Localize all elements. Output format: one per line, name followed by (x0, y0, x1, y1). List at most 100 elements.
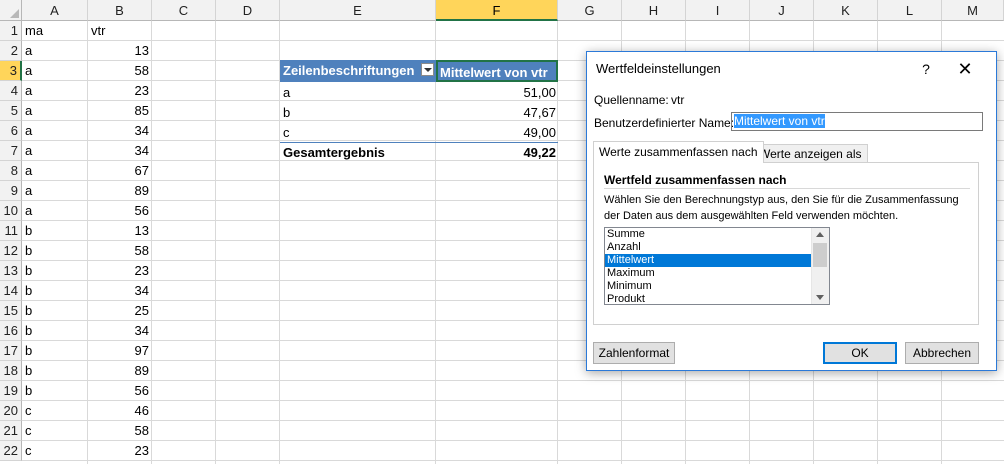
column-header-i[interactable]: I (686, 0, 750, 21)
cell-b16[interactable]: 34 (88, 321, 149, 341)
pivot-row-label[interactable]: c (283, 123, 290, 143)
cell-b2[interactable]: 13 (88, 41, 149, 61)
cell-b6[interactable]: 34 (88, 121, 149, 141)
scroll-up-icon[interactable] (816, 232, 824, 237)
row-header-9[interactable]: 9 (0, 181, 22, 201)
column-header-g[interactable]: G (558, 0, 622, 21)
cell-a4[interactable]: a (25, 81, 85, 101)
pivot-row-labels-header[interactable]: Zeilenbeschriftungen (280, 60, 436, 82)
column-header-e[interactable]: E (280, 0, 436, 21)
cell-a16[interactable]: b (25, 321, 85, 341)
cell-a10[interactable]: a (25, 201, 85, 221)
cell-b21[interactable]: 58 (88, 421, 149, 441)
cell-a11[interactable]: b (25, 221, 85, 241)
option-produkt[interactable]: Produkt (605, 293, 812, 304)
scroll-down-icon[interactable] (816, 295, 824, 300)
option-summe[interactable]: Summe (605, 228, 812, 241)
row-header-16[interactable]: 16 (0, 321, 22, 341)
pivot-value-header[interactable]: Mittelwert von vtr (436, 60, 558, 82)
column-header-c[interactable]: C (152, 0, 216, 21)
pivot-total-label[interactable]: Gesamtergebnis (283, 143, 385, 163)
cell-a8[interactable]: a (25, 161, 85, 181)
listbox-scrollbar[interactable] (811, 228, 829, 304)
row-header-5[interactable]: 5 (0, 101, 22, 121)
calculation-type-listbox[interactable]: Summe Anzahl Mittelwert Maximum Minimum Produ… (604, 227, 830, 305)
option-maximum[interactable]: Maximum (605, 267, 812, 280)
scroll-thumb[interactable] (813, 243, 827, 267)
cell-a13[interactable]: b (25, 261, 85, 281)
cell-a17[interactable]: b (25, 341, 85, 361)
select-all-corner[interactable] (0, 0, 22, 21)
cell-b1[interactable]: vtr (91, 21, 151, 41)
cell-b8[interactable]: 67 (88, 161, 149, 181)
cell-b15[interactable]: 25 (88, 301, 149, 321)
row-header-14[interactable]: 14 (0, 281, 22, 301)
row-header-13[interactable]: 13 (0, 261, 22, 281)
cell-a18[interactable]: b (25, 361, 85, 381)
pivot-row-label[interactable]: a (283, 83, 290, 103)
cell-b4[interactable]: 23 (88, 81, 149, 101)
help-icon[interactable]: ? (916, 59, 936, 79)
row-header-4[interactable]: 4 (0, 81, 22, 101)
row-header-8[interactable]: 8 (0, 161, 22, 181)
cell-b10[interactable]: 56 (88, 201, 149, 221)
cell-a15[interactable]: b (25, 301, 85, 321)
filter-dropdown-icon[interactable] (421, 63, 434, 76)
row-header-3[interactable]: 3 (0, 61, 22, 81)
column-header-h[interactable]: H (622, 0, 686, 21)
option-minimum[interactable]: Minimum (605, 280, 812, 293)
cell-a2[interactable]: a (25, 41, 85, 61)
cell-a1[interactable]: ma (25, 21, 85, 41)
tab-show-values-as[interactable]: Werte anzeigen als (753, 144, 868, 163)
close-icon[interactable]: ✕ (953, 58, 977, 80)
pivot-row-value[interactable]: 51,00 (436, 83, 556, 103)
option-anzahl[interactable]: Anzahl (605, 241, 812, 254)
cell-b9[interactable]: 89 (88, 181, 149, 201)
column-header-j[interactable]: J (750, 0, 814, 21)
custom-name-input[interactable]: Mittelwert von vtr (731, 112, 983, 131)
ok-button[interactable]: OK (823, 342, 897, 364)
row-header-19[interactable]: 19 (0, 381, 22, 401)
cell-b18[interactable]: 89 (88, 361, 149, 381)
pivot-row-label[interactable]: b (283, 103, 290, 123)
cell-a9[interactable]: a (25, 181, 85, 201)
cell-b19[interactable]: 56 (88, 381, 149, 401)
row-header-21[interactable]: 21 (0, 421, 22, 441)
row-header-15[interactable]: 15 (0, 301, 22, 321)
cell-a3[interactable]: a (25, 61, 85, 81)
column-header-k[interactable]: K (814, 0, 878, 21)
cell-a12[interactable]: b (25, 241, 85, 261)
column-header-m[interactable]: M (942, 0, 1004, 21)
cell-b17[interactable]: 97 (88, 341, 149, 361)
row-header-12[interactable]: 12 (0, 241, 22, 261)
pivot-row-value[interactable]: 47,67 (436, 103, 556, 123)
cell-b11[interactable]: 13 (88, 221, 149, 241)
column-header-a[interactable]: A (22, 0, 88, 21)
column-header-d[interactable]: D (216, 0, 280, 21)
cell-b3[interactable]: 58 (88, 61, 149, 81)
row-header-17[interactable]: 17 (0, 341, 22, 361)
cell-b22[interactable]: 23 (88, 441, 149, 461)
cell-a19[interactable]: b (25, 381, 85, 401)
row-header-22[interactable]: 22 (0, 441, 22, 461)
column-header-b[interactable]: B (88, 0, 152, 21)
row-header-2[interactable]: 2 (0, 41, 22, 61)
option-mittelwert[interactable]: Mittelwert (605, 254, 812, 267)
column-header-l[interactable]: L (878, 0, 942, 21)
cancel-button[interactable]: Abbrechen (905, 342, 979, 364)
tab-summarize-values-by[interactable]: Werte zusammenfassen nach (593, 141, 764, 163)
row-header-18[interactable]: 18 (0, 361, 22, 381)
cell-a5[interactable]: a (25, 101, 85, 121)
cell-a7[interactable]: a (25, 141, 85, 161)
row-header-6[interactable]: 6 (0, 121, 22, 141)
cell-a22[interactable]: c (25, 441, 85, 461)
cell-b20[interactable]: 46 (88, 401, 149, 421)
cell-a6[interactable]: a (25, 121, 85, 141)
column-header-f[interactable]: F (436, 0, 558, 21)
row-header-10[interactable]: 10 (0, 201, 22, 221)
pivot-row-value[interactable]: 49,00 (436, 123, 556, 143)
cell-b14[interactable]: 34 (88, 281, 149, 301)
cell-a21[interactable]: c (25, 421, 85, 441)
pivot-total-value[interactable]: 49,22 (436, 143, 556, 163)
cell-b13[interactable]: 23 (88, 261, 149, 281)
